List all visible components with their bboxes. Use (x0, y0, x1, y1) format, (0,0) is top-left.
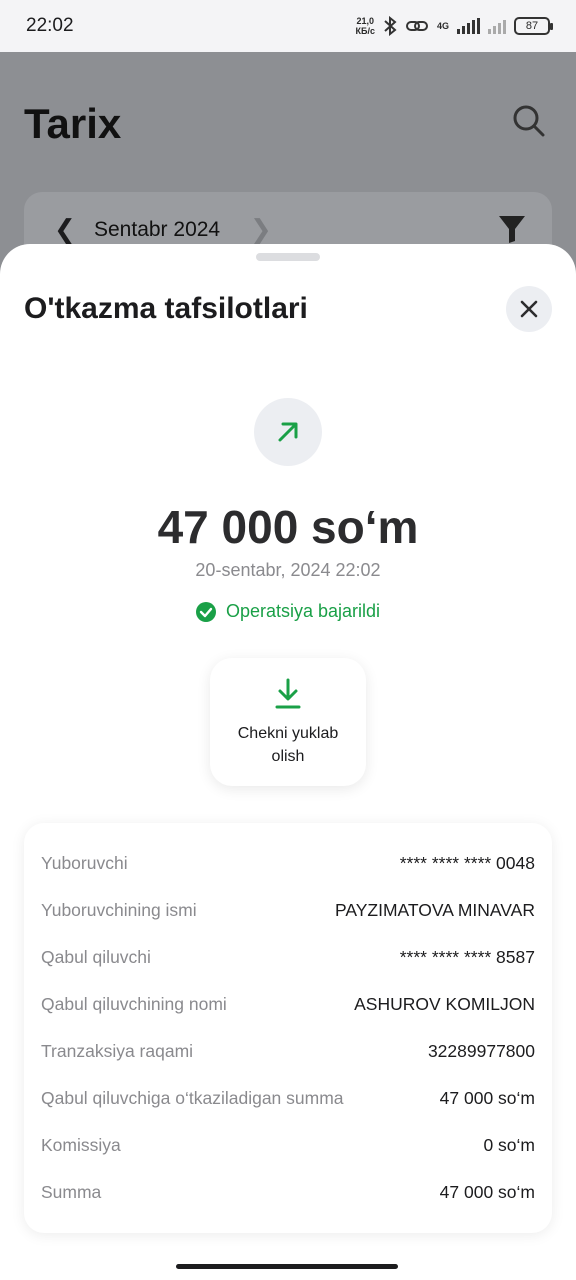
net-speed-value: 21,0 (356, 16, 375, 26)
chevron-right-icon[interactable]: ❯ (250, 214, 272, 245)
detail-label: Qabul qiluvchiga o‘tkaziladigan summa (41, 1088, 344, 1108)
status-badge: Operatsiya bajarildi (0, 601, 576, 622)
detail-value: ASHUROV KOMILJON (354, 994, 535, 1014)
detail-value: **** **** **** 0048 (399, 853, 535, 873)
sheet-title: O'tkazma tafsilotlari (24, 292, 308, 325)
status-time: 22:02 (26, 15, 74, 36)
detail-row-recipient: Qabul qiluvchi **** **** **** 8587 (24, 934, 552, 981)
status-text: Operatsiya bajarildi (225, 601, 381, 621)
detail-value: PAYZIMATOVA MINAVAR (335, 900, 535, 920)
details-card: Yuboruvchi **** **** **** 0048 Yuboruvch… (24, 823, 552, 1233)
transfer-details-sheet: O'tkazma tafsilotlari 47 000 so‘m 20-sen… (0, 244, 576, 1280)
status-bar: 22:02 21,0 КБ/с 4G 87 (0, 0, 576, 52)
net-speed: 21,0 КБ/с (356, 16, 375, 36)
bluetooth-icon (384, 16, 397, 36)
signal-icon (457, 18, 480, 34)
check-circle-icon (195, 601, 216, 622)
close-icon (520, 300, 538, 318)
detail-row-transaction-id: Tranzaksiya raqami 32289977800 (24, 1028, 552, 1075)
status-icons: 21,0 КБ/с 4G 87 (356, 16, 553, 36)
detail-value: **** **** **** 8587 (399, 947, 535, 967)
battery-icon: 87 (514, 17, 553, 35)
detail-value: 32289977800 (427, 1041, 535, 1061)
transfer-direction (254, 398, 322, 466)
signal-icon-2 (488, 18, 506, 34)
search-icon[interactable] (512, 104, 546, 138)
download-icon (275, 678, 301, 709)
detail-row-sender-name: Yuboruvchining ismi PAYZIMATOVA MINAVAR (24, 887, 552, 934)
net-speed-unit: КБ/с (355, 26, 375, 36)
link-icon (405, 21, 428, 31)
home-indicator[interactable] (176, 1264, 398, 1269)
detail-value: 47 000 so‘m (439, 1182, 535, 1202)
detail-label: Qabul qiluvchining nomi (41, 994, 227, 1014)
detail-label: Qabul qiluvchi (41, 947, 151, 967)
detail-label: Summa (41, 1182, 102, 1202)
detail-row-recipient-amount: Qabul qiluvchiga o‘tkaziladigan summa 47… (24, 1075, 552, 1122)
detail-label: Komissiya (41, 1135, 121, 1155)
detail-row-recipient-name: Qabul qiluvchining nomi ASHUROV KOMILJON (24, 981, 552, 1028)
detail-label: Tranzaksiya raqami (41, 1041, 194, 1061)
download-receipt-button[interactable]: Chekni yuklab olish (210, 658, 366, 786)
month-label: Sentabr 2024 (94, 218, 221, 241)
transfer-amount: 47 000 so‘m (157, 501, 419, 553)
download-receipt-label: Chekni yuklab olish (237, 725, 339, 765)
detail-label: Yuboruvchining ismi (41, 900, 197, 920)
page-title: Tarix (24, 100, 122, 147)
sheet-handle[interactable] (256, 253, 320, 261)
arrow-up-right-icon (278, 422, 298, 442)
detail-label: Yuboruvchi (41, 853, 128, 873)
filter-icon[interactable] (498, 214, 526, 244)
detail-row-total: Summa 47 000 so‘m (24, 1169, 552, 1216)
transfer-date: 20-sentabr, 2024 22:02 (195, 560, 381, 580)
detail-row-sender: Yuboruvchi **** **** **** 0048 (24, 840, 552, 887)
detail-value: 0 so‘m (483, 1135, 535, 1155)
network-type: 4G (436, 21, 449, 31)
chevron-left-icon[interactable]: ❮ (54, 214, 76, 245)
close-button[interactable] (506, 286, 552, 332)
detail-row-commission: Komissiya 0 so‘m (24, 1122, 552, 1169)
detail-value: 47 000 so‘m (439, 1088, 535, 1108)
